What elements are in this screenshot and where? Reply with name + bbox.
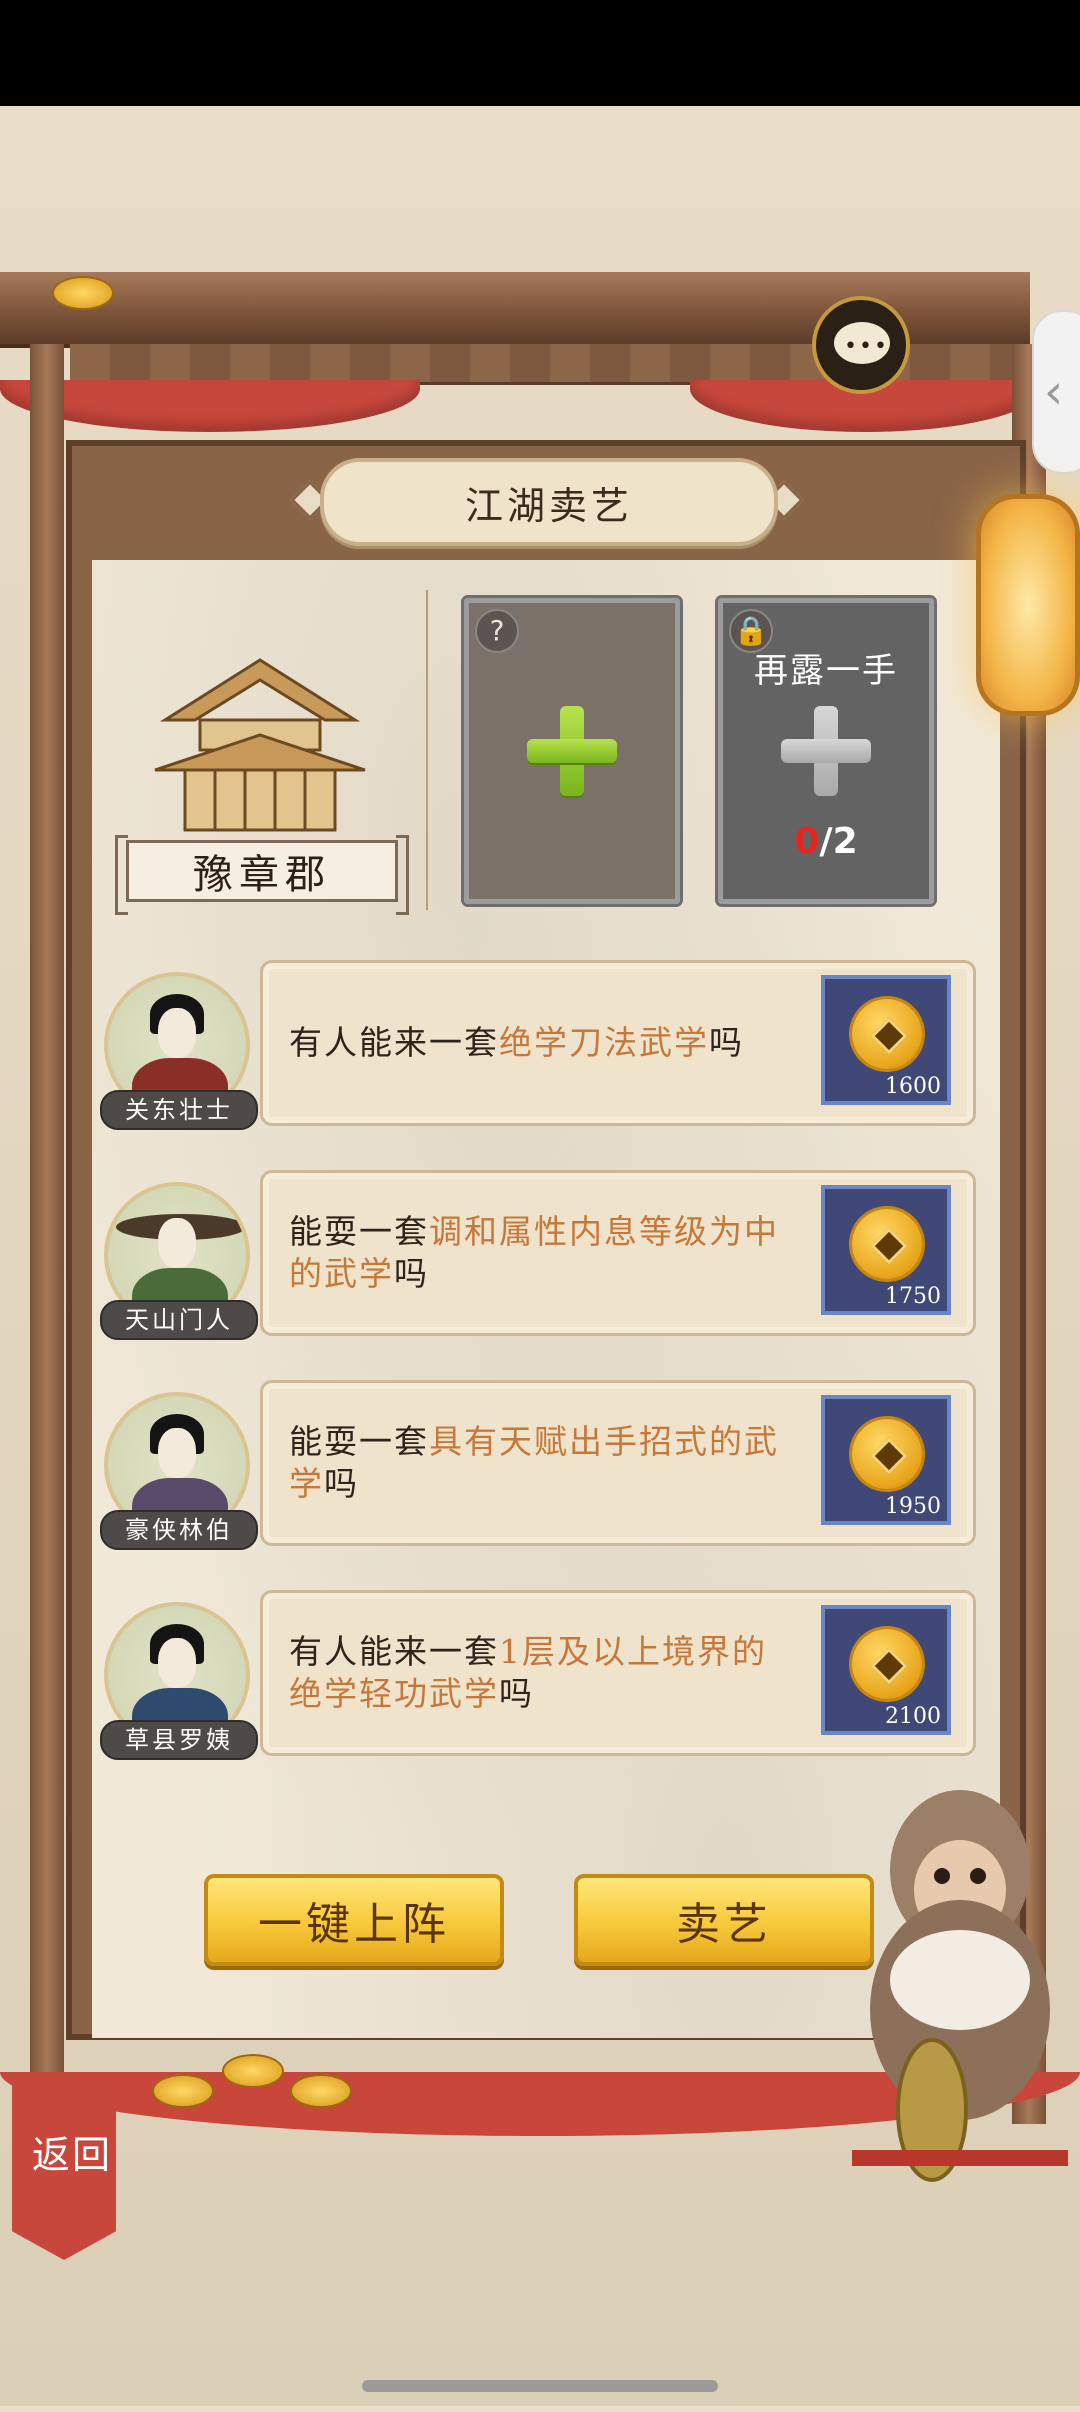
task-text: 有人能来一套1层及以上境界的绝学轻功武学吗 (289, 1631, 789, 1715)
plus-icon (527, 706, 617, 796)
reward-box[interactable]: 2100 (821, 1605, 951, 1735)
coin-decoration (222, 2054, 284, 2088)
counter-total: /2 (819, 821, 858, 862)
status-bar (0, 0, 1080, 106)
location-name: 豫章郡 (115, 835, 409, 915)
task-suffix: 吗 (324, 1464, 359, 1503)
panel-title: 江湖卖艺 (320, 458, 778, 546)
task-suffix: 吗 (394, 1254, 429, 1293)
coin-decoration (52, 276, 114, 310)
task-prefix: 能耍一套 (289, 1212, 429, 1251)
reward-box[interactable]: 1950 (821, 1395, 951, 1525)
divider (426, 590, 428, 910)
temple-icon (154, 658, 366, 832)
lantern-decoration (976, 494, 1080, 716)
reward-value: 2100 (885, 1704, 941, 1729)
chevron-left-icon: ‹ (1044, 364, 1064, 420)
task-text: 有人能来一套绝学刀法武学吗 (289, 1022, 789, 1064)
task-suffix: 吗 (709, 1023, 744, 1062)
help-icon[interactable]: ? (475, 609, 519, 653)
task-text: 能耍一套具有天赋出手招式的武学吗 (289, 1421, 789, 1505)
side-drawer-tab[interactable]: ‹ (1032, 310, 1080, 474)
task-prefix: 有人能来一套 (289, 1023, 499, 1062)
task-prefix: 有人能来一套 (289, 1632, 499, 1671)
avatar-face (158, 1008, 196, 1058)
reward-box[interactable]: 1750 (821, 1185, 951, 1315)
chat-dots: ••• (844, 334, 889, 359)
task-text: 能耍一套调和属性内息等级为中的武学吗 (289, 1211, 789, 1295)
coin-icon (852, 1629, 922, 1699)
task-suffix: 吗 (499, 1674, 534, 1713)
task-highlight: 绝学刀法武学 (499, 1023, 709, 1062)
avatar-face (158, 1218, 196, 1268)
npc-name: 草县罗姨 (100, 1720, 258, 1760)
avatar-face (158, 1638, 196, 1688)
monkey-mascot (852, 1790, 1068, 2182)
reward-value: 1950 (885, 1494, 941, 1519)
pillar-left (30, 344, 64, 2124)
task-card[interactable]: 能耍一套调和属性内息等级为中的武学吗 1750 (260, 1170, 976, 1336)
task-card[interactable]: 有人能来一套1层及以上境界的绝学轻功武学吗 2100 (260, 1590, 976, 1756)
counter-current: 0 (794, 821, 820, 862)
coin-decoration (152, 2074, 214, 2108)
reward-value: 1600 (885, 1074, 941, 1099)
performance-slot-1[interactable]: ? (461, 595, 683, 907)
reward-box[interactable]: 1600 (821, 975, 951, 1105)
task-prefix: 能耍一套 (289, 1422, 429, 1461)
task-card[interactable]: 有人能来一套绝学刀法武学吗 1600 (260, 960, 976, 1126)
back-label[interactable]: 返回 (32, 2124, 112, 2179)
perform-button[interactable]: 卖艺 (574, 1874, 874, 1966)
slot-counter: 0/2 (723, 821, 929, 862)
npc-name: 豪侠林伯 (100, 1510, 258, 1550)
avatar-face (158, 1428, 196, 1478)
coin-decoration (290, 2074, 352, 2108)
slot-title: 再露一手 (754, 651, 898, 691)
coin-icon (852, 1419, 922, 1489)
coin-icon (852, 999, 922, 1069)
npc-name: 关东壮士 (100, 1090, 258, 1130)
plus-icon (781, 706, 871, 796)
reward-value: 1750 (885, 1284, 941, 1309)
auto-deploy-button[interactable]: 一键上阵 (204, 1874, 504, 1966)
chat-button[interactable]: ••• (812, 296, 910, 394)
task-card[interactable]: 能耍一套具有天赋出手招式的武学吗 1950 (260, 1380, 976, 1546)
home-indicator (362, 2380, 718, 2392)
performance-slot-2[interactable]: 🔒 再露一手 0/2 (715, 595, 937, 907)
npc-name: 天山门人 (100, 1300, 258, 1340)
coin-icon (852, 1209, 922, 1279)
